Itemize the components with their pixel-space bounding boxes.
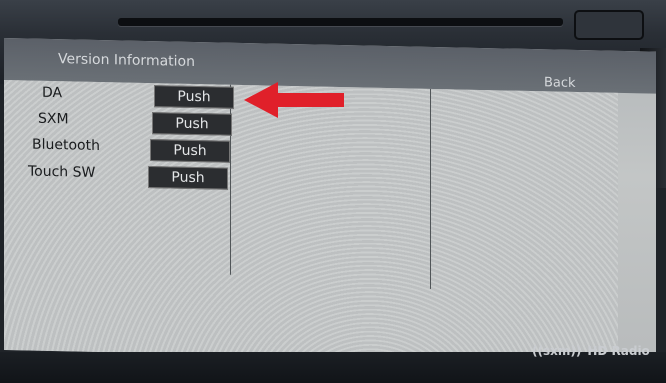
push-button-touch-sw[interactable]: Push — [148, 166, 228, 190]
hd-radio-logo: HD Radio — [587, 344, 650, 358]
version-panel: DA Push SXM Push Bluetooth Push Touch SW… — [4, 80, 618, 363]
row-label-sxm: SXM — [38, 110, 69, 128]
eject-button[interactable] — [574, 10, 644, 40]
push-button-da[interactable]: Push — [154, 85, 234, 109]
back-button[interactable]: Back — [544, 75, 576, 91]
sxm-logo: ((sxm)) — [532, 344, 582, 358]
push-button-bluetooth[interactable]: Push — [150, 139, 230, 163]
push-button-sxm[interactable]: Push — [152, 112, 232, 136]
page-title: Version Information — [58, 51, 195, 71]
cd-slot — [118, 18, 563, 26]
column-divider — [430, 88, 431, 289]
red-arrow-icon — [244, 82, 344, 118]
row-label-bluetooth: Bluetooth — [32, 136, 100, 155]
branding-logos: ((sxm)) HD Radio — [532, 344, 650, 358]
row-label-da: DA — [42, 84, 63, 102]
row-label-touch-sw: Touch SW — [28, 163, 96, 181]
